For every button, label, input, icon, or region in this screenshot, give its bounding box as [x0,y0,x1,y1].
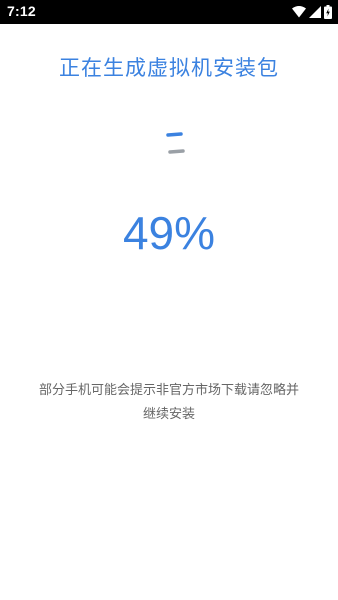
install-note: 部分手机可能会提示非官方市场下载请忽略并 继续安装 [20,379,318,427]
install-progress-screen: 7:12 正在生成虚拟机安装包 49% 部分手机可能会提示非官方市场下载请忽略并… [0,0,338,600]
status-bar: 7:12 [0,0,338,24]
battery-charging-icon [324,5,332,19]
install-note-line-2: 继续安装 [142,407,195,422]
status-icons [292,4,332,20]
wifi-icon [292,6,306,18]
page-title: 正在生成虚拟机安装包 [59,56,279,80]
loading-spinner-icon [164,131,188,157]
progress-percent: 49% [122,207,216,259]
status-time: 7:12 [7,3,36,19]
install-note-line-1: 部分手机可能会提示非官方市场下载请忽略并 [38,383,299,398]
cellular-signal-icon [309,6,321,18]
